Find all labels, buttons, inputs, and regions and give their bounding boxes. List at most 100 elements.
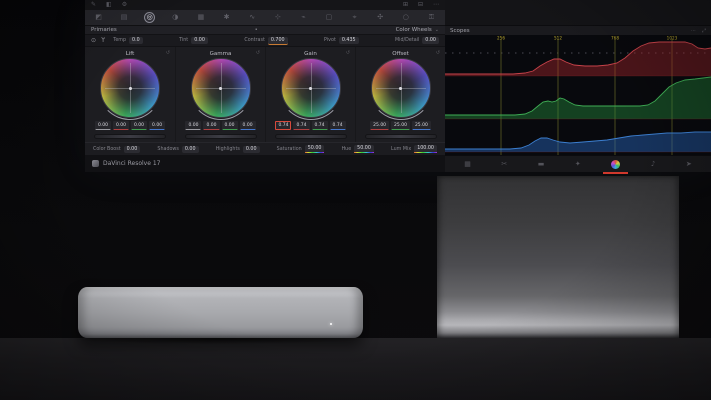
chevron-down-icon: ⌄ xyxy=(434,27,439,33)
palette-page-dot: • xyxy=(254,27,258,33)
camera-raw-icon[interactable]: ◩ xyxy=(93,12,104,23)
color-wheel-disc[interactable] xyxy=(368,58,433,120)
wheel-mode-dropdown[interactable]: Color Wheels ⌄ xyxy=(396,27,439,33)
power-window-icon[interactable]: ▢ xyxy=(323,12,334,23)
single-view-icon[interactable]: ⊟ xyxy=(418,2,423,8)
wheel-crosshair-dot xyxy=(309,86,312,90)
page-tab-color[interactable] xyxy=(603,158,629,174)
rgb-mixer-icon[interactable]: ▦ xyxy=(195,12,206,23)
param-value[interactable]: 0.00 xyxy=(123,145,141,153)
channel-value-g[interactable]: 25.00 xyxy=(391,121,410,130)
motion-effects-icon[interactable]: ✱ xyxy=(221,12,232,23)
color-wheels-group: Lift ↺ 0.00 0.00 0.00 0.00 Gamma ↺ 0.00 0.00 0.00 0… xyxy=(85,47,445,142)
master-wheel-slider[interactable] xyxy=(184,134,257,139)
grid-view-icon[interactable]: ⊞ xyxy=(403,2,408,8)
adjustment-label: Contrast xyxy=(244,38,265,43)
master-wheel-slider[interactable] xyxy=(94,134,166,139)
settings-icon[interactable]: ⚙ xyxy=(122,2,127,8)
channel-value-b[interactable]: 25.00 xyxy=(411,121,431,130)
channel-value-m[interactable]: 0.00 xyxy=(94,121,111,130)
param-value[interactable]: 100.00 xyxy=(414,145,437,153)
reset-icon[interactable]: ↺ xyxy=(436,50,440,56)
mac-mini xyxy=(78,287,363,338)
curves-icon[interactable]: ∿ xyxy=(247,12,258,23)
scope-expand-icon[interactable]: ⤢ xyxy=(702,28,706,34)
master-wheel-slider[interactable] xyxy=(364,134,437,139)
reset-icon[interactable]: ↺ xyxy=(256,50,260,56)
master-wheel-slider[interactable] xyxy=(274,134,347,139)
adjustment-middetail: Mid/Detail 0.00 xyxy=(395,37,439,45)
palette-header: Primaries • Color Wheels ⌄ xyxy=(85,26,445,35)
viewer-toolbar: ✎ ◧ ⚙ ⊞ ⊟ ⋯ xyxy=(85,0,445,10)
param-lummix: Lum Mix 100.00 xyxy=(391,145,437,153)
wheel-channel-values: 0.00 0.00 0.00 0.00 xyxy=(94,121,166,130)
adjustment-value[interactable]: 0.435 xyxy=(338,37,359,44)
channel-value-r[interactable]: 0.74 xyxy=(293,121,310,130)
color-wheel-disc[interactable] xyxy=(188,56,253,120)
page-navigation-bar: ▦ ✂ ▬ ✦ ♪ ➤ xyxy=(445,155,711,174)
channel-value-g[interactable]: 0.00 xyxy=(131,121,148,130)
scopes-header: Scopes ⋯ ⤢ xyxy=(445,26,711,35)
adjustment-value[interactable]: 0.00 xyxy=(191,37,208,44)
color-wheels-icon[interactable]: ◎ xyxy=(144,12,156,23)
channel-value-b[interactable]: 0.00 xyxy=(239,121,256,130)
param-value[interactable]: 50.00 xyxy=(304,145,325,153)
channel-value-r[interactable]: 0.00 xyxy=(203,121,220,130)
magic-mask-icon[interactable]: ✣ xyxy=(375,12,386,23)
adjustment-value[interactable]: 0.00 xyxy=(422,37,439,44)
channel-value-r[interactable]: 0.00 xyxy=(112,121,129,130)
hdr-grade-icon[interactable]: ◑ xyxy=(170,12,181,23)
channel-value-g[interactable]: 0.00 xyxy=(221,121,238,130)
qualifier-icon[interactable]: ⌁ xyxy=(298,12,309,23)
param-value[interactable]: 0.00 xyxy=(181,145,199,153)
scope-grid-label: 1023 xyxy=(667,36,678,41)
blur-icon[interactable]: ○ xyxy=(400,12,411,23)
channel-value-m[interactable]: 0.00 xyxy=(185,121,202,130)
key-icon[interactable]: ⚿ xyxy=(426,12,437,23)
param-value[interactable]: 50.00 xyxy=(354,145,374,153)
reset-icon[interactable]: ↺ xyxy=(166,50,170,56)
color-match-icon[interactable]: ▤ xyxy=(119,12,130,23)
page-tab-cut[interactable]: ✂ xyxy=(497,159,511,170)
wheel-channel-values: 0.00 0.00 0.00 0.00 xyxy=(185,121,256,130)
adjustment-label: Pivot xyxy=(324,38,336,43)
pen-icon[interactable]: ✎ xyxy=(91,2,96,8)
color-warper-icon[interactable]: ⊹ xyxy=(272,12,283,23)
scope-grid-label: 256 xyxy=(497,36,505,41)
wheel-lift: Lift ↺ 0.00 0.00 0.00 0.00 xyxy=(85,47,175,142)
auto-balance-icon[interactable]: ⊙ xyxy=(91,37,96,44)
primary-adjustments-row: ⊙ ϒ Temp 0.0 Tint 0.00 Contrast 0.700 Pivot 0.43… xyxy=(85,35,445,47)
tracker-icon[interactable]: ⌖ xyxy=(349,12,360,23)
param-value[interactable]: 0.00 xyxy=(242,145,260,153)
channel-value-g[interactable]: 0.74 xyxy=(311,121,328,130)
channel-value-b[interactable]: 0.00 xyxy=(149,121,166,130)
page-tab-media[interactable]: ▦ xyxy=(460,159,475,170)
page-tab-deliver[interactable]: ➤ xyxy=(682,159,696,170)
secondary-params-row: Color Boost 0.00 Shadows 0.00 Highlights 0.00… xyxy=(85,142,445,155)
page-tab-fusion[interactable]: ✦ xyxy=(571,159,585,170)
adjustment-value[interactable]: 0.700 xyxy=(267,36,288,45)
color-wheel-disc[interactable] xyxy=(278,58,343,120)
scope-grid-label: 512 xyxy=(554,36,562,41)
scopes-top-spacer xyxy=(445,0,711,26)
wipe-icon[interactable]: ◧ xyxy=(106,2,112,8)
more-icon[interactable]: ⋯ xyxy=(433,2,439,8)
channel-value-m[interactable]: 0.74 xyxy=(275,121,292,130)
reset-icon[interactable]: ↺ xyxy=(346,50,350,56)
scope-options-icon[interactable]: ⋯ xyxy=(691,28,696,34)
param-hue: Hue 50.00 xyxy=(342,145,374,153)
page-tab-edit[interactable]: ▬ xyxy=(534,159,549,170)
master-ring-indicator xyxy=(188,56,253,120)
power-led xyxy=(330,323,332,325)
color-wheel-disc[interactable] xyxy=(98,58,162,120)
page-tab-fairlight[interactable]: ♪ xyxy=(647,159,659,170)
adjustment-value[interactable]: 0.0 xyxy=(129,37,143,44)
app-footer: DaVinci Resolve 17 xyxy=(85,155,445,172)
channel-value-b[interactable]: 0.74 xyxy=(329,121,346,130)
param-label: Highlights xyxy=(215,146,240,152)
wheel-gain: Gain ↺ 0.74 0.74 0.74 0.74 xyxy=(265,47,355,142)
davinci-resolve-logo-icon xyxy=(92,160,99,167)
channel-value-r[interactable]: 25.00 xyxy=(370,121,390,130)
white-balance-picker-icon[interactable]: ϒ xyxy=(101,37,105,44)
param-colorboost: Color Boost 0.00 xyxy=(93,145,141,153)
